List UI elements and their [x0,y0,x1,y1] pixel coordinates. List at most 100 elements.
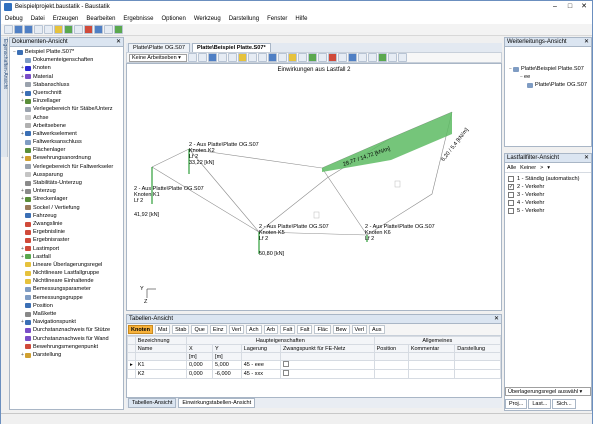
tree-item[interactable]: + Streckenlager [12,195,123,203]
table-toolbar-fläc[interactable]: Fläc [314,325,331,334]
grid-icon[interactable] [318,53,327,62]
table-toolbar-aus[interactable]: Aus [369,325,385,334]
menu-optionen[interactable]: Optionen [157,16,189,22]
menu-debug[interactable]: Debug [1,16,27,22]
hide-icon[interactable] [368,53,377,62]
filter-toolbar-item[interactable]: ▾ [547,165,550,171]
tab-platte-og[interactable]: Platte\Platte OG.S07 [128,43,190,52]
tree-item[interactable]: + Bewehrungsanordnung [12,154,123,162]
tree-item[interactable]: Stabanschluss [12,81,123,89]
tree-item[interactable]: Bemessungsparameter [12,285,123,293]
menu-werkzeug[interactable]: Werkzeug [190,16,225,22]
menu-erzeugen[interactable]: Erzeugen [49,16,83,22]
tree-item[interactable]: Maßkette [12,310,123,318]
loadcase-item[interactable]: 5 - Verkehr [505,207,591,215]
table-cell[interactable] [279,369,375,379]
tree-item[interactable]: Zwangslinie [12,220,123,228]
tree-item[interactable]: Nichtlineare Einhaltende [12,277,123,285]
table-toolbar-bew[interactable]: Bew [332,325,350,334]
table-row[interactable]: K2 0,000 -6,000 45 - xxx [127,369,501,379]
column-header[interactable]: Name [134,344,187,353]
table-cell[interactable] [407,360,456,370]
table-toolbar-falt[interactable]: Falt [280,325,296,334]
tab-beispiel-platte[interactable]: Platte\Beispiel Platte.S07* [191,43,271,52]
zoom-in-icon[interactable] [218,53,227,62]
column-header[interactable]: Zwangspunkt für FE-Netz [279,344,375,353]
panel-close-icon[interactable]: ✕ [116,38,121,47]
loadcase-item[interactable]: 4 - Verkehr [505,199,591,207]
forward-item-2[interactable]: − ee [505,73,591,81]
light-icon[interactable] [348,53,357,62]
table-cell[interactable]: 5,000 [212,360,242,370]
tree-item[interactable]: Verlegebereich für Stäbe/Unterz [12,105,123,113]
table-cell[interactable]: K2 [134,369,187,379]
table-toolbar-arb[interactable]: Arb [263,325,279,334]
tree-item[interactable]: Lineare Überlagerungsregel [12,261,123,269]
menu-fenster[interactable]: Fenster [263,16,291,22]
layers-icon[interactable] [338,53,347,62]
table-toolbar-ach[interactable]: Ach [246,325,262,334]
table-cell[interactable] [454,369,501,379]
redo-icon[interactable] [44,25,53,34]
superposition-dropdown[interactable]: Überlagerungsregel auswähl ▾ [505,387,591,396]
section-icon[interactable] [358,53,367,62]
tree-item[interactable]: + Einzellager [12,97,123,105]
wireframe-icon[interactable] [278,53,287,62]
tree-item[interactable]: Achse [12,114,123,122]
table-cell[interactable] [407,369,456,379]
menu-bearbeiten[interactable]: Bearbeiten [82,16,119,22]
table-cell[interactable]: K1 [134,360,187,370]
tree-item[interactable]: Ergebnislinie [12,228,123,236]
new-icon[interactable] [4,25,13,34]
front-view-icon[interactable] [248,53,257,62]
maximize-icon[interactable]: □ [563,1,577,13]
loadcase-item[interactable]: 3 - Verkehr [505,191,591,199]
tree-item[interactable]: Arbeitsebene [12,122,123,130]
forward-item-1[interactable]: − Platte\Beispiel Platte.S07 [505,65,591,73]
table-cell[interactable]: -6,000 [212,369,242,379]
table-toolbar-stab[interactable]: Stab [172,325,190,334]
pan-icon[interactable] [198,53,207,62]
filter-icon[interactable] [378,53,387,62]
table-toolbar-verl[interactable]: Verl [228,325,245,334]
load-icon[interactable] [114,25,123,34]
calc-icon[interactable] [54,25,63,34]
settings-icon[interactable] [398,53,407,62]
table-cell[interactable] [373,369,409,379]
minimize-icon[interactable]: – [548,1,562,13]
tree-item[interactable]: + Material [12,73,123,81]
checkbox[interactable] [282,361,289,367]
table-cell[interactable] [279,360,375,370]
menu-datei[interactable]: Datei [27,16,49,22]
filter-toolbar-item[interactable]: Keiner [520,165,536,171]
graphics-canvas[interactable]: Einwirkungen aus Lastfall 2 2 - Aus Plat… [126,63,502,311]
table-close-icon[interactable]: ✕ [494,315,499,324]
table-row[interactable]: ▸ K1 0,000 5,000 45 - eee [127,360,501,370]
column-header[interactable]: Y [212,344,242,353]
tree-item[interactable]: Nichtlineare Lastfallgruppe [12,269,123,277]
save-icon[interactable] [24,25,33,34]
right-bottom-tab[interactable]: Proj... [505,399,528,409]
column-header[interactable]: Kommentar [407,344,456,353]
measure-icon[interactable] [298,53,307,62]
undo-icon[interactable] [34,25,43,34]
iso-view-icon[interactable] [268,53,277,62]
tree-item[interactable]: Bemessungsgruppe [12,294,123,302]
tab-einwirkungstabellen[interactable]: Einwirkungstabellen-Ansicht [178,398,256,408]
right-bottom-tab[interactable]: Sich... [552,399,576,409]
tree-item[interactable]: Aussparung [12,171,123,179]
table-toolbar-verl[interactable]: Verl [351,325,368,334]
filter-close-icon[interactable]: ✕ [584,154,589,163]
tree-item[interactable]: Verlegebereich für Faltwerkseler [12,163,123,171]
top-view-icon[interactable] [258,53,267,62]
tree-item[interactable]: Stabilitäts-Unterzug [12,179,123,187]
checkbox[interactable] [508,208,514,214]
zoom-icon[interactable] [104,25,113,34]
tree-item[interactable]: Bewehrungsmengenpunkt [12,343,123,351]
table-toolbar-falt[interactable]: Falt [297,325,313,334]
tree-item[interactable]: Position [12,302,123,310]
checkbox[interactable]: ✓ [508,184,514,190]
column-header[interactable]: X [185,344,214,353]
tree-item[interactable]: + Lastimport [12,245,123,253]
run-icon[interactable] [64,25,73,34]
